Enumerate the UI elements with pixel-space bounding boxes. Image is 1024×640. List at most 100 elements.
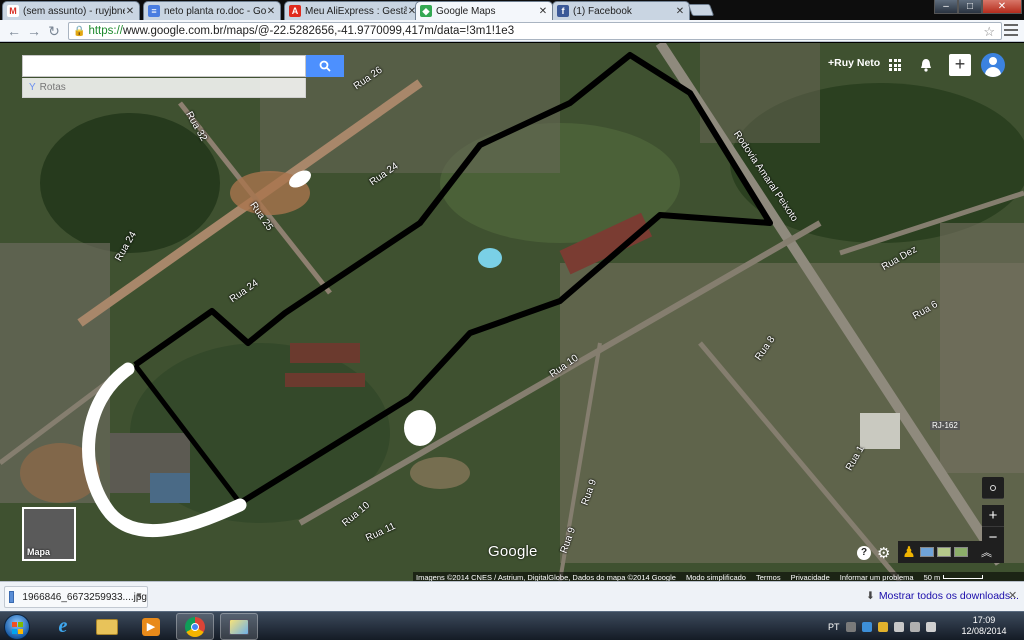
tab-close-icon[interactable]: ✕ (266, 6, 276, 17)
location-icon (990, 485, 996, 492)
maps-icon: ◆ (420, 5, 432, 17)
chrome-menu-icon[interactable] (1004, 24, 1018, 38)
tab-close-icon[interactable]: ✕ (538, 6, 548, 17)
bookmark-star-icon[interactable]: ☆ (983, 24, 995, 40)
search-icon (319, 60, 331, 72)
satellite-map[interactable]: Y Rotas +Ruy Neto + Rua 26 Rua 32 Rua 24… (0, 43, 1024, 581)
tab-facebook[interactable]: f (1) Facebook ✕ (552, 1, 690, 20)
tab-title: (1) Facebook (573, 5, 632, 17)
imagery-thumbnail[interactable] (920, 547, 934, 557)
help-icon[interactable]: ? (857, 546, 871, 560)
routes-link[interactable]: Y Rotas (22, 78, 306, 98)
share-plus-button[interactable]: + (949, 54, 971, 76)
aliexpress-icon: A (289, 5, 301, 17)
account-name[interactable]: +Ruy Neto (828, 57, 880, 69)
maximize-button[interactable]: □ (958, 0, 982, 14)
show-all-label: Mostrar todos os downloads... (878, 590, 1019, 602)
tray-app-icon[interactable] (877, 621, 888, 632)
taskbar-ie[interactable]: e (44, 613, 82, 640)
close-download-bar-icon[interactable]: ✕ (1008, 589, 1017, 602)
language-indicator[interactable]: PT (828, 622, 840, 632)
docs-icon: ≡ (148, 5, 160, 17)
pegman-bar: ♟ ︽ (898, 541, 1004, 563)
tab-docs[interactable]: ≡ neto planta ro.doc - Goog ✕ (143, 1, 281, 20)
back-arrow-icon[interactable]: ← (6, 23, 22, 39)
clock-date: 12/08/2014 (961, 626, 1007, 636)
directions-icon: Y (29, 82, 36, 93)
my-location-button[interactable] (982, 477, 1004, 499)
gmail-icon: M (7, 5, 19, 17)
clock-time: 17:09 (972, 615, 996, 625)
tab-close-icon[interactable]: ✕ (675, 6, 685, 17)
tab-title: (sem assunto) - ruyjbneto (23, 5, 125, 17)
google-logo: Google (488, 543, 538, 560)
routes-label: Rotas (39, 82, 66, 93)
taskbar-paint[interactable] (220, 613, 258, 640)
minimize-button[interactable]: – (934, 0, 958, 14)
scale-label: 50 m (923, 572, 941, 582)
windows-logo-icon (12, 622, 24, 634)
lock-icon: 🔒 (73, 25, 86, 37)
apps-grid-icon[interactable] (889, 59, 901, 71)
search-input[interactable] (22, 55, 306, 77)
notifications-bell-icon[interactable] (918, 57, 934, 73)
network-icon[interactable] (893, 621, 904, 632)
forward-arrow-icon[interactable]: → (26, 23, 42, 39)
tray-expand-icon[interactable] (845, 621, 856, 632)
system-tray: PT (828, 612, 936, 640)
settings-gear-icon[interactable]: ⚙ (877, 544, 890, 562)
privacy-link[interactable]: Privacidade (791, 573, 830, 582)
imagery-thumbnail[interactable] (937, 547, 951, 557)
tab-title: Meu AliExpress : Gestão d (305, 5, 407, 17)
image-file-icon (9, 591, 15, 603)
taskbar-media-player[interactable]: ▶ (132, 613, 170, 640)
satellite-imagery (0, 43, 1024, 581)
facebook-icon: f (557, 5, 569, 17)
tab-close-icon[interactable]: ✕ (125, 6, 135, 17)
tab-strip: M (sem assunto) - ruyjbneto ✕ ≡ neto pla… (0, 0, 1024, 20)
chevron-down-icon[interactable]: ▼ (135, 591, 143, 600)
download-file-name: 1966846_6673259933....jpg (22, 591, 147, 603)
ie-icon: e (58, 615, 68, 637)
close-window-button[interactable]: ✕ (982, 0, 1022, 14)
tab-aliexpress[interactable]: A Meu AliExpress : Gestão d ✕ (284, 1, 422, 20)
tab-title: neto planta ro.doc - Goog (164, 5, 266, 17)
simplified-mode-link[interactable]: Modo simplificado (686, 573, 746, 582)
start-button[interactable] (4, 614, 30, 640)
pegman-icon[interactable]: ♟ (898, 543, 920, 561)
taskbar-chrome[interactable] (176, 613, 214, 640)
tab-google-maps[interactable]: ◆ Google Maps ✕ (415, 1, 553, 20)
volume-icon[interactable] (925, 621, 936, 632)
download-item[interactable]: 1966846_6673259933....jpg ▼ (4, 586, 148, 608)
highway-shield: RJ-162 (930, 421, 960, 430)
taskbar-explorer[interactable] (88, 613, 126, 640)
download-bar: 1966846_6673259933....jpg ▼ ⬇ Mostrar to… (0, 581, 1024, 611)
scale-bar[interactable]: 50 m (923, 572, 984, 582)
browser-toolbar: ← → ↻ 🔒 https:// www.google.com.br/maps/… (0, 20, 1024, 42)
paint-icon (229, 618, 249, 635)
chevron-up-icon[interactable]: ︽ (981, 544, 992, 560)
terms-link[interactable]: Termos (756, 573, 781, 582)
url-text: www.google.com.br/maps/@-22.5282656,-41.… (122, 25, 515, 37)
address-bar[interactable]: 🔒 https:// www.google.com.br/maps/@-22.5… (68, 22, 1002, 40)
reload-icon[interactable]: ↻ (46, 23, 62, 39)
tray-app-icon[interactable] (861, 621, 872, 632)
url-scheme: https:// (88, 25, 123, 37)
search-button[interactable] (306, 55, 344, 77)
media-player-icon: ▶ (142, 617, 160, 636)
system-clock[interactable]: 17:09 12/08/2014 (950, 615, 1018, 637)
chrome-icon (185, 616, 205, 637)
report-problem-link[interactable]: Informar um problema (840, 573, 914, 582)
show-all-downloads-link[interactable]: ⬇ Mostrar todos os downloads... (866, 590, 1019, 602)
avatar[interactable] (981, 53, 1005, 77)
imagery-thumbnail[interactable] (954, 547, 968, 557)
tab-title: Google Maps (436, 5, 496, 17)
map-footer: Imagens ©2014 CNES / Astrium, DigitalGlo… (413, 572, 1024, 581)
zoom-in-button[interactable]: + (982, 505, 1004, 527)
tab-gmail[interactable]: M (sem assunto) - ruyjbneto ✕ (2, 1, 140, 20)
download-arrow-icon: ⬇ (866, 590, 875, 602)
explorer-icon (96, 618, 118, 635)
flag-icon[interactable] (909, 621, 920, 632)
windows-taskbar: e ▶ PT 17:09 12/08/2014 (0, 611, 1024, 640)
new-tab-button[interactable] (687, 4, 715, 16)
